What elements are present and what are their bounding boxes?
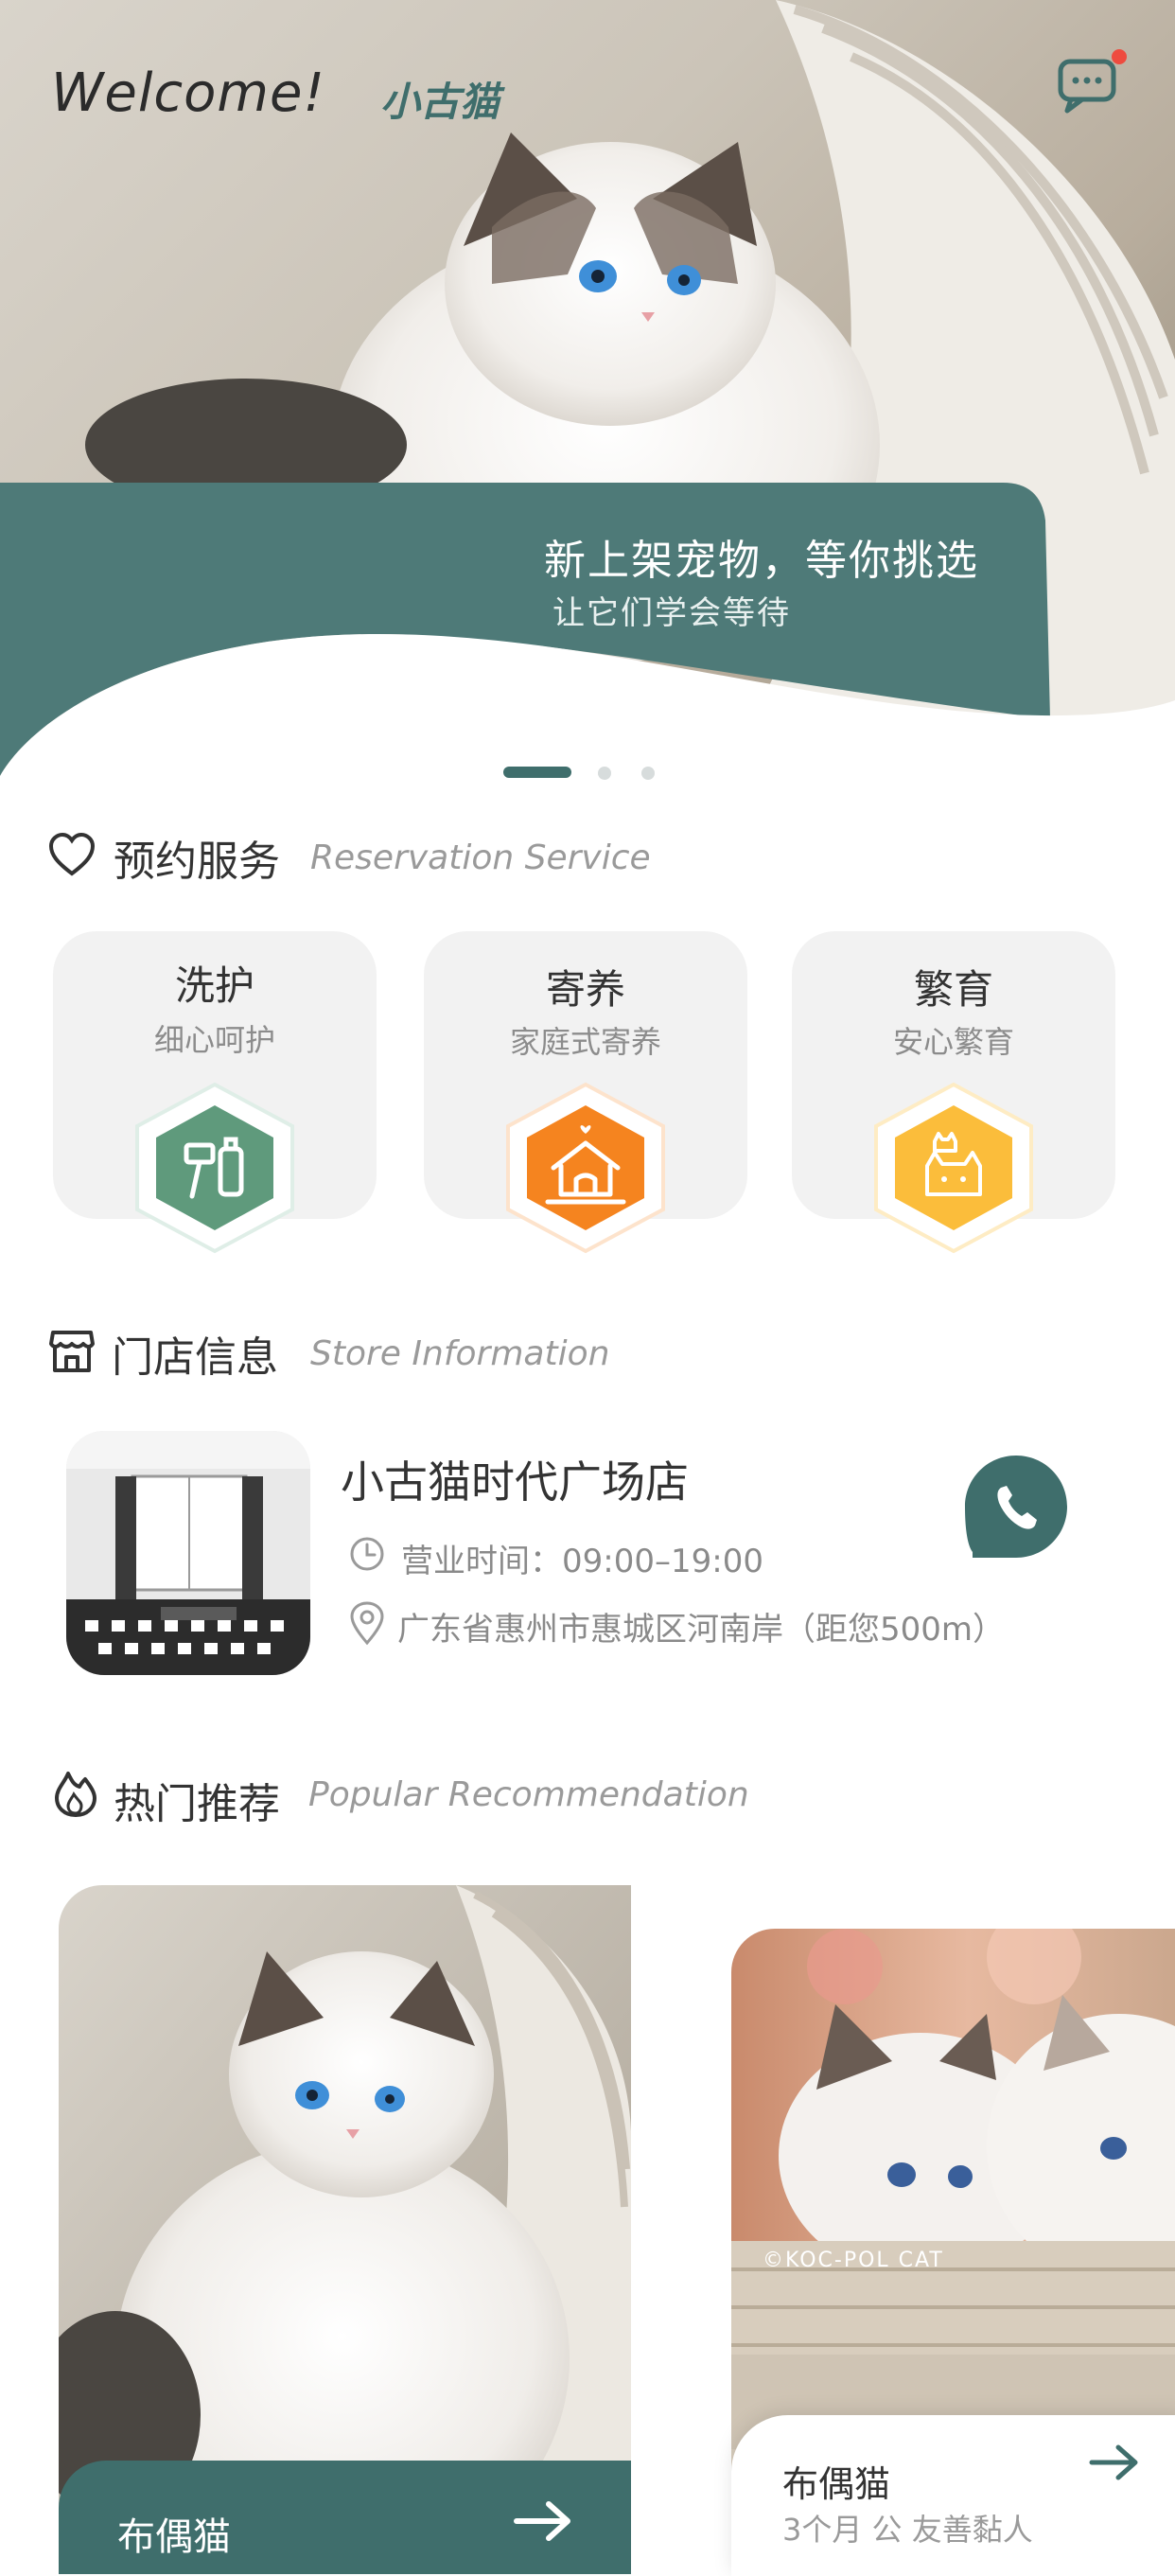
arrow-right-icon[interactable] bbox=[1088, 2442, 1141, 2483]
photo-watermark: ©KOC-POL CAT bbox=[763, 2249, 944, 2272]
section-title-reservation: 预约服务 bbox=[114, 838, 280, 886]
arrow-right-icon[interactable] bbox=[513, 2498, 573, 2544]
hero-banner[interactable]: Welcome! 小古猫 新上架宠物，等你挑选 让它们学会等待 bbox=[0, 0, 1175, 776]
location-pin-icon bbox=[350, 1601, 384, 1646]
store-hours: 营业时间：09:00–19:00 bbox=[401, 1543, 763, 1580]
pet-tags: 3个月 公 友善黏人 bbox=[782, 2512, 1033, 2548]
service-subtitle: 家庭式寄养 bbox=[509, 1024, 661, 1060]
section-title-popular: 热门推荐 bbox=[114, 1780, 280, 1828]
service-subtitle: 安心繁育 bbox=[892, 1024, 1014, 1060]
brand-logo: 小古猫 bbox=[380, 79, 500, 125]
grooming-tools-icon[interactable] bbox=[130, 1081, 300, 1255]
service-title: 繁育 bbox=[913, 966, 993, 1013]
indicator-dot[interactable] bbox=[641, 767, 655, 780]
pet-name: 布偶猫 bbox=[782, 2463, 891, 2505]
cat-family-icon[interactable] bbox=[868, 1081, 1039, 1255]
banner-subtitle: 让它们学会等待 bbox=[552, 594, 791, 632]
service-subtitle: 细心呵护 bbox=[153, 1022, 275, 1058]
store-photo[interactable] bbox=[66, 1431, 310, 1675]
store-name: 小古猫时代广场店 bbox=[341, 1456, 689, 1508]
service-title: 寄养 bbox=[545, 966, 625, 1013]
indicator-active[interactable] bbox=[503, 767, 571, 778]
pet-house-icon[interactable] bbox=[500, 1081, 671, 1255]
pet-name: 布偶猫 bbox=[117, 2515, 231, 2559]
flame-icon bbox=[55, 1772, 96, 1817]
store-room-image bbox=[66, 1431, 310, 1675]
phone-icon[interactable] bbox=[963, 1454, 1069, 1560]
store-address: 广东省惠州市惠城区河南岸（距您500m） bbox=[397, 1611, 1006, 1649]
indicator-dot[interactable] bbox=[598, 767, 611, 780]
section-title-store: 门店信息 bbox=[112, 1333, 278, 1382]
section-subtitle-reservation: Reservation Service bbox=[310, 838, 651, 877]
welcome-text: Welcome! bbox=[51, 62, 325, 124]
section-subtitle-store: Store Information bbox=[310, 1334, 610, 1373]
heart-outline-icon bbox=[48, 832, 96, 876]
service-title: 洗护 bbox=[174, 962, 254, 1009]
clock-icon bbox=[350, 1537, 384, 1571]
section-subtitle-popular: Popular Recommendation bbox=[308, 1775, 749, 1814]
banner-title: 新上架宠物，等你挑选 bbox=[544, 537, 979, 585]
unread-dot bbox=[1112, 49, 1127, 64]
storefront-icon bbox=[49, 1331, 95, 1372]
chat-bubble-icon[interactable] bbox=[1058, 57, 1120, 114]
